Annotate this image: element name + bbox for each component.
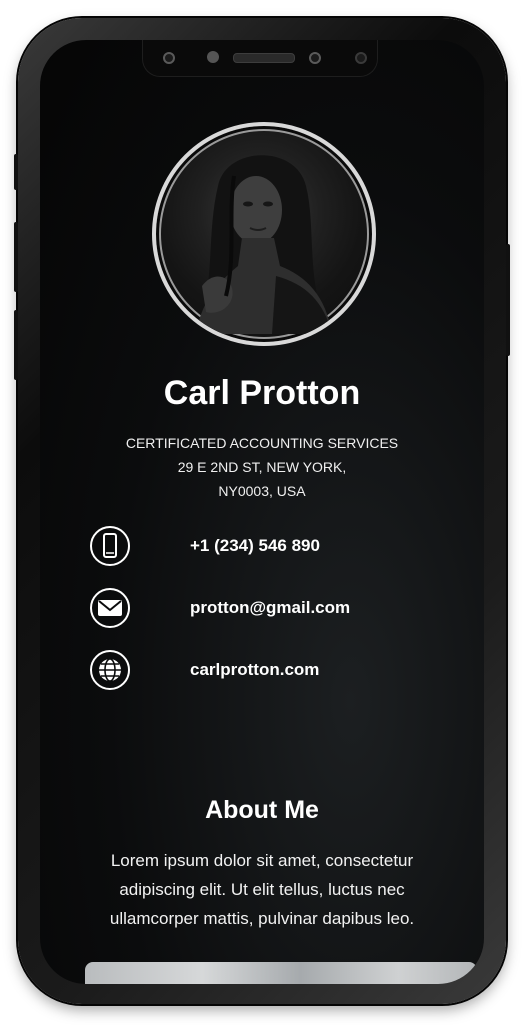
company-name: CERTIFICATED ACCOUNTING SERVICES	[125, 435, 399, 451]
side-button-power	[506, 244, 510, 356]
sensor-icon	[163, 52, 175, 64]
side-button-volume-up	[14, 222, 18, 292]
sensor-icon	[309, 52, 321, 64]
globe-icon[interactable]	[90, 650, 130, 690]
portrait-image	[196, 155, 332, 334]
address-city: NY0003, USA	[218, 483, 306, 499]
avatar	[152, 122, 376, 346]
screen: Carl Protton CERTIFICATED ACCOUNTING SER…	[40, 40, 484, 984]
about-heading: About Me	[205, 796, 319, 824]
profile-name: Carl Protton	[163, 374, 361, 412]
sensor-icon	[355, 52, 367, 64]
phone-frame: Carl Protton CERTIFICATED ACCOUNTING SER…	[14, 18, 510, 1004]
bottom-card	[85, 962, 477, 984]
website-link[interactable]: carlprotton.com	[190, 660, 319, 680]
side-button-mute	[14, 154, 18, 190]
speaker-grille	[233, 53, 295, 63]
side-button-volume-down	[14, 310, 18, 380]
email-link[interactable]: protton@gmail.com	[190, 598, 350, 618]
notch	[142, 40, 378, 77]
camera-icon	[207, 51, 219, 63]
phone-number-link[interactable]: +1 (234) 546 890	[190, 536, 320, 556]
address-street: 29 E 2ND ST, NEW YORK,	[177, 459, 347, 475]
phone-icon[interactable]	[90, 526, 130, 566]
about-text: Lorem ipsum dolor sit amet, consectetur …	[109, 851, 415, 928]
mail-icon[interactable]	[90, 588, 130, 628]
